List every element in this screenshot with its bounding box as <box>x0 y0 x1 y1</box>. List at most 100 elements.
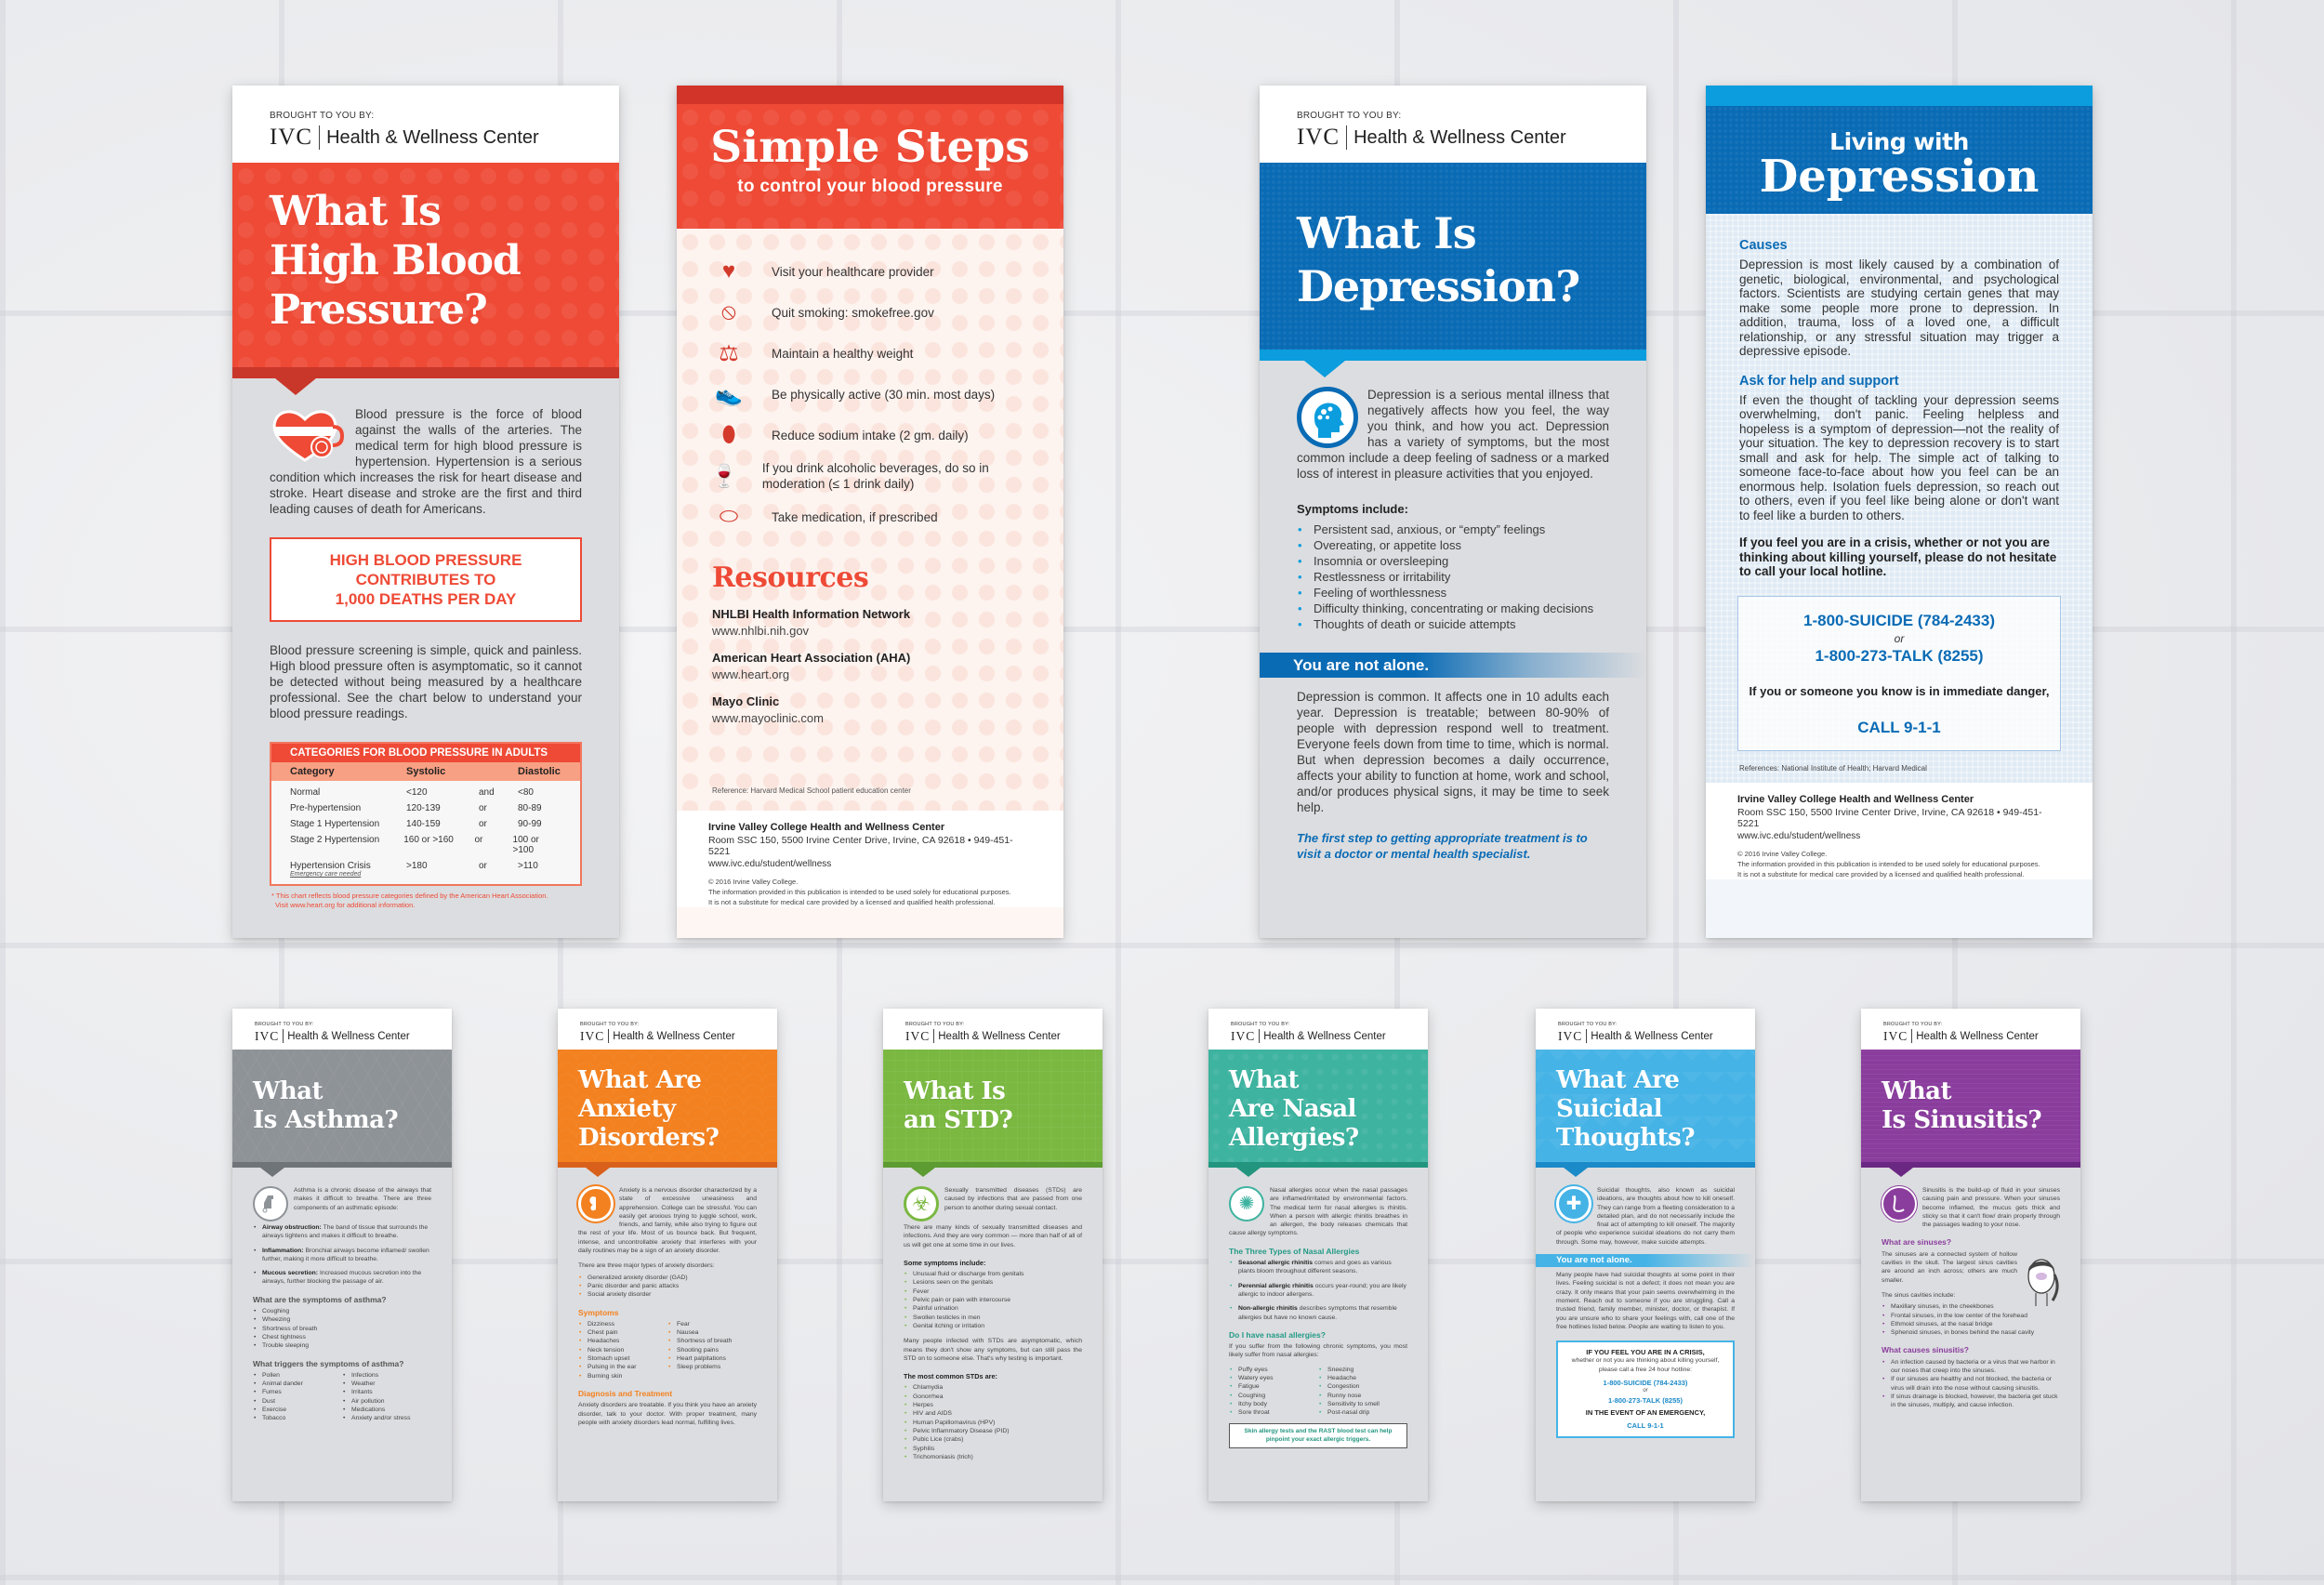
type-item: Social anxiety disorder <box>578 1290 757 1300</box>
footer: Irvine Valley College Health and Wellnes… <box>677 811 1063 907</box>
hero-title: Depression <box>1759 151 2040 203</box>
type-item: Panic disorder and panic attacks <box>578 1282 757 1291</box>
hotline-suicide[interactable]: 1-800-SUICIDE (784-2433) <box>1562 1379 1729 1387</box>
hero-banner: What Are Anxiety Disorders? <box>558 1050 777 1177</box>
hero-banner: What Are Nasal Allergies? <box>1208 1050 1428 1177</box>
symptom-item: Neck tension <box>578 1346 667 1355</box>
logo-divider <box>319 125 321 150</box>
hotline-suicide[interactable]: 1-800-SUICIDE (784-2433) <box>1744 612 2054 630</box>
std-item: HIV and AIDS <box>904 1409 1082 1419</box>
symptom-item: Difficulty thinking, concentrating or ma… <box>1297 601 1609 616</box>
symptom-item-list: FearNauseaShortness of breathShooting pa… <box>667 1320 757 1380</box>
symptom-item: Shortness of breath <box>667 1337 757 1346</box>
hero-banner: What Is High Blood Pressure? <box>232 163 619 395</box>
trigger-item: Fumes <box>253 1388 342 1397</box>
type-item-list: Generalized anxiety disorder (GAD)Panic … <box>578 1274 757 1300</box>
component-item-term: Mucous secretion: <box>262 1270 319 1277</box>
website-link[interactable]: www.ivc.edu/student/wellness <box>708 859 1030 869</box>
brain-head-icon <box>1297 387 1358 448</box>
std-item: Gonorrhea <box>904 1393 1082 1402</box>
symptom-item: Genital itching or irritation <box>904 1322 1082 1331</box>
table-body: Normal <120 and <80 Pre-hypertension 120-139 o… <box>271 781 580 884</box>
hero-title: What Are Anxiety Disorders? <box>578 1066 720 1152</box>
puzzle-piece-icon: ✚ <box>1556 1186 1591 1222</box>
cell-diastolic: >110 <box>518 861 538 871</box>
hero-title: What Is Asthma? <box>253 1077 399 1134</box>
hero-banner: What Is Depression? <box>1260 163 1646 377</box>
cell-connector: or <box>479 861 487 871</box>
symptom-item: Painful urination <box>904 1304 1082 1314</box>
step-text: Be physically active (30 min. most days) <box>772 387 996 402</box>
not-alone-banner: You are not alone. <box>1536 1254 1755 1268</box>
symptom-item: Headache <box>1318 1374 1407 1383</box>
std-item: Chlamydia <box>904 1383 1082 1393</box>
cell-systolic: 120-139 <box>406 803 441 813</box>
allergy-type-item: Seasonal allergic rhinitis comes and goe… <box>1229 1259 1407 1276</box>
steps-list: ♥ Visit your healthcare provider ⦸ Quit smo… <box>677 229 1063 537</box>
website-link[interactable]: www.ivc.edu/student/wellness <box>1737 831 2059 841</box>
std-item: Pubic Lice (crabs) <box>904 1435 1082 1445</box>
hotline-box: 1-800-SUICIDE (784-2433) or 1-800-273-TA… <box>1737 595 2061 751</box>
symptom-item: Pelvic pain or pain with intercourse <box>904 1296 1082 1305</box>
hero-title: What Is Sinusitis? <box>1882 1077 2042 1134</box>
resource-item: American Heart Association (AHA) www.hear… <box>712 651 1030 681</box>
allergy-type-item-list: Seasonal allergic rhinitis comes and goe… <box>1229 1259 1407 1322</box>
brochure-high-blood-pressure: BROUGHT TO YOU BY: IVC Health & Wellness… <box>232 86 619 938</box>
cell-systolic: >180 <box>406 861 428 871</box>
call-911[interactable]: CALL 9-1-1 <box>1744 719 2054 737</box>
hotline-box: IF YOU FEEL YOU ARE IN A CRISIS, whether… <box>1556 1341 1735 1438</box>
call-911[interactable]: CALL 9-1-1 <box>1562 1421 1729 1430</box>
step-item: 🍷 If you drink alcoholic beverages, do so… <box>710 456 1030 496</box>
component-item-term: Inflammation: <box>262 1247 304 1254</box>
trigger-item: Infections <box>342 1371 431 1380</box>
std-item: Pelvic Inflammatory Disease (PID) <box>904 1427 1082 1436</box>
allergy-type-item-term: Non-allergic rhinitis <box>1238 1305 1298 1313</box>
causes-title: Causes <box>1739 238 1788 253</box>
bp-categories-table: CATEGORIES FOR BLOOD PRESSURE IN ADULTS … <box>270 742 582 886</box>
dandelion-icon: ✺ <box>1229 1186 1264 1222</box>
symptom-item: Watery eyes <box>1229 1374 1318 1383</box>
emergency-note: Emergency care needed <box>290 871 362 878</box>
treatment-cta: The first step to getting appropriate tr… <box>1297 831 1588 861</box>
cell-systolic: <120 <box>406 787 428 798</box>
scale-icon: ⚖ <box>719 340 739 366</box>
symptom-item: Sensitivity to smell <box>1318 1400 1407 1409</box>
hotline-talk[interactable]: 1-800-273-TALK (8255) <box>1744 647 2054 666</box>
help-title: Ask for help and support <box>1739 373 1899 389</box>
hotline-talk[interactable]: 1-800-273-TALK (8255) <box>1562 1396 1729 1405</box>
brand-header: BROUGHT TO YOU BY: IVC Health & Wellness… <box>232 86 619 163</box>
pointer-arrow <box>275 378 316 395</box>
trigger-item: Exercise <box>253 1406 342 1415</box>
trigger-item: Pollen <box>253 1371 342 1380</box>
hero-banner: What Is Sinusitis? <box>1861 1050 2080 1177</box>
resource-link[interactable]: www.heart.org <box>712 667 1030 681</box>
trigger-item-list: InfectionsWeatherIrritantsAir pollutionM… <box>342 1371 431 1423</box>
cause-item: If our sinuses are healthy and not block… <box>1882 1375 2060 1393</box>
symptom-item: Swollen testicles in men <box>904 1314 1082 1323</box>
std-item-list: ChlamydiaGonorrheaHerpesHIV and AIDSHuma… <box>904 1383 1082 1461</box>
cell-connector: or <box>479 819 487 829</box>
symptom-item: Thoughts of death or suicide attempts <box>1297 616 1609 632</box>
std-item: Syphilis <box>904 1445 1082 1454</box>
cause-item-list: An infection caused by bacteria or a vir… <box>1882 1358 2060 1410</box>
cause-item: An infection caused by bacteria or a vir… <box>1882 1358 2060 1376</box>
step-item: ⬮ Reduce sodium intake (2 gm. daily) <box>710 415 1030 456</box>
resource-link[interactable]: www.mayoclinic.com <box>712 711 1030 725</box>
resource-link[interactable]: www.nhlbi.nih.gov <box>712 624 1030 638</box>
table-title: CATEGORIES FOR BLOOD PRESSURE IN ADULTS <box>271 744 580 762</box>
hero-banner: What Is an STD? <box>883 1050 1103 1177</box>
symptom-item: Shooting pains <box>667 1346 757 1355</box>
ivc-logo: IVC <box>270 125 313 150</box>
resources-title: Resources <box>712 561 869 594</box>
trigger-item: Tobacco <box>253 1414 342 1423</box>
symptom-item: Persistent sad, anxious, or “empty” feel… <box>1297 522 1609 537</box>
brochure-suicidal-thoughts: BROUGHT TO YOU BY: IVC Health & Wellness … <box>1536 1009 1755 1501</box>
symptom-item: Fever <box>904 1288 1082 1297</box>
pointer-arrow <box>1304 361 1345 377</box>
cavity-item: Sphenoid sinuses, in bones behind the na… <box>1882 1328 2060 1338</box>
symptom-item: Dizziness <box>578 1320 667 1329</box>
not-alone-paragraph: Depression is common. It affects one in … <box>1297 690 1609 814</box>
no-smoking-icon: ⦸ <box>721 299 736 324</box>
step-text: Visit your healthcare provider <box>772 264 934 279</box>
cell-connector: or <box>474 835 483 845</box>
